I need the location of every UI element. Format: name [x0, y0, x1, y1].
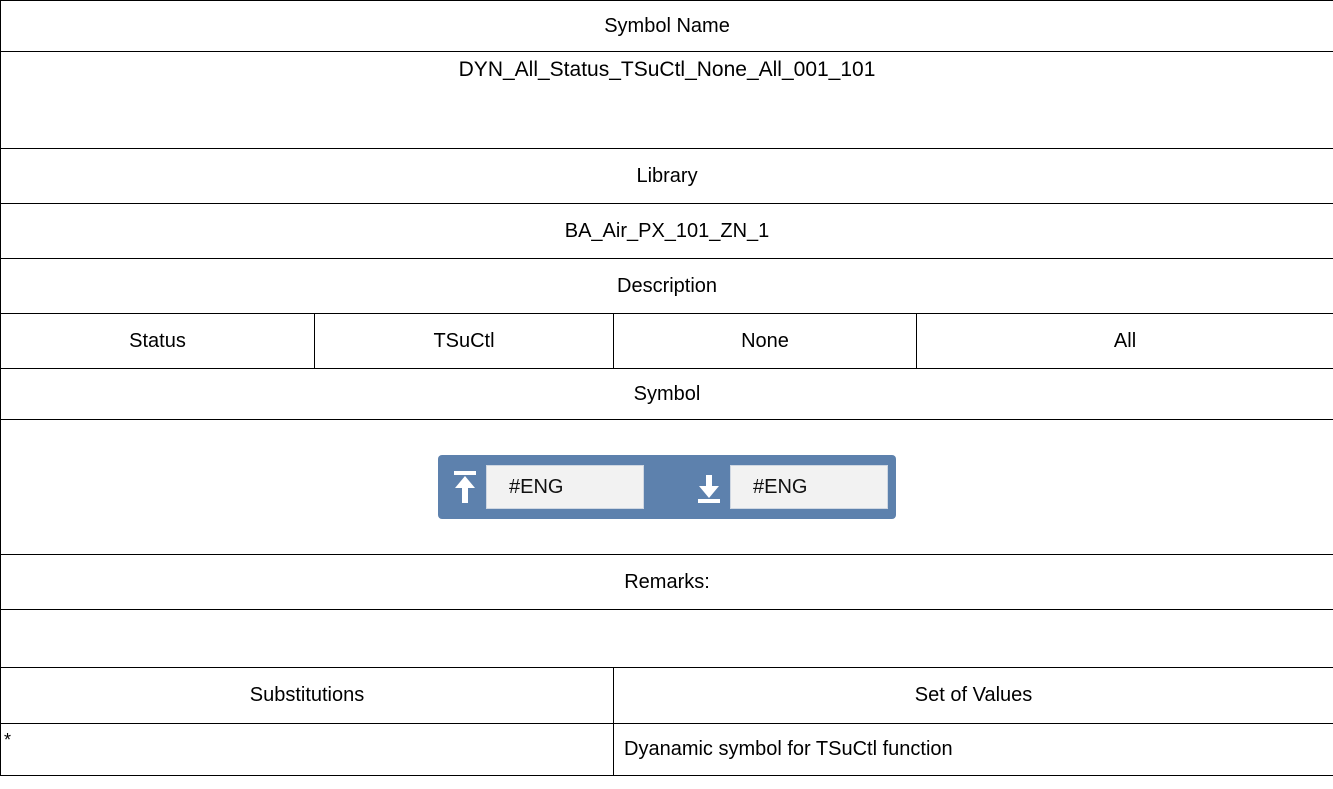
lower-limit-group: #ENG: [688, 462, 889, 512]
symbol-preview-cell: #ENG #ENG: [0, 419, 1333, 555]
remarks-header: Remarks:: [0, 554, 1333, 610]
lower-limit-field: #ENG: [730, 465, 889, 509]
symbol-spec-table: Symbol Name DYN_All_Status_TSuCtl_None_A…: [0, 0, 1333, 776]
substitution-key: *: [0, 723, 614, 776]
symbol-header: Symbol: [0, 368, 1333, 420]
description-cell-scope: All: [915, 313, 1333, 369]
library-value: BA_Air_PX_101_ZN_1: [0, 203, 1333, 259]
library-header: Library: [0, 148, 1333, 204]
description-header: Description: [0, 258, 1333, 314]
description-cell-option: None: [613, 313, 917, 369]
description-cell-function: TSuCtl: [314, 313, 614, 369]
upper-limit-field: #ENG: [486, 465, 645, 509]
symbol-name-value: DYN_All_Status_TSuCtl_None_All_001_101: [0, 51, 1333, 149]
arrow-up-to-bar-icon: [444, 462, 486, 512]
tsuctl-symbol-widget: #ENG #ENG: [438, 455, 897, 519]
remarks-value: [0, 609, 1333, 668]
symbol-name-header: Symbol Name: [0, 0, 1333, 52]
substitutions-header: Substitutions: [0, 667, 614, 724]
substitution-value: Dyanamic symbol for TSuCtl function: [612, 723, 1333, 776]
arrow-down-to-bar-icon: [688, 462, 730, 512]
upper-limit-group: #ENG: [444, 462, 645, 512]
description-cell-status: Status: [0, 313, 315, 369]
set-of-values-header: Set of Values: [612, 667, 1333, 724]
